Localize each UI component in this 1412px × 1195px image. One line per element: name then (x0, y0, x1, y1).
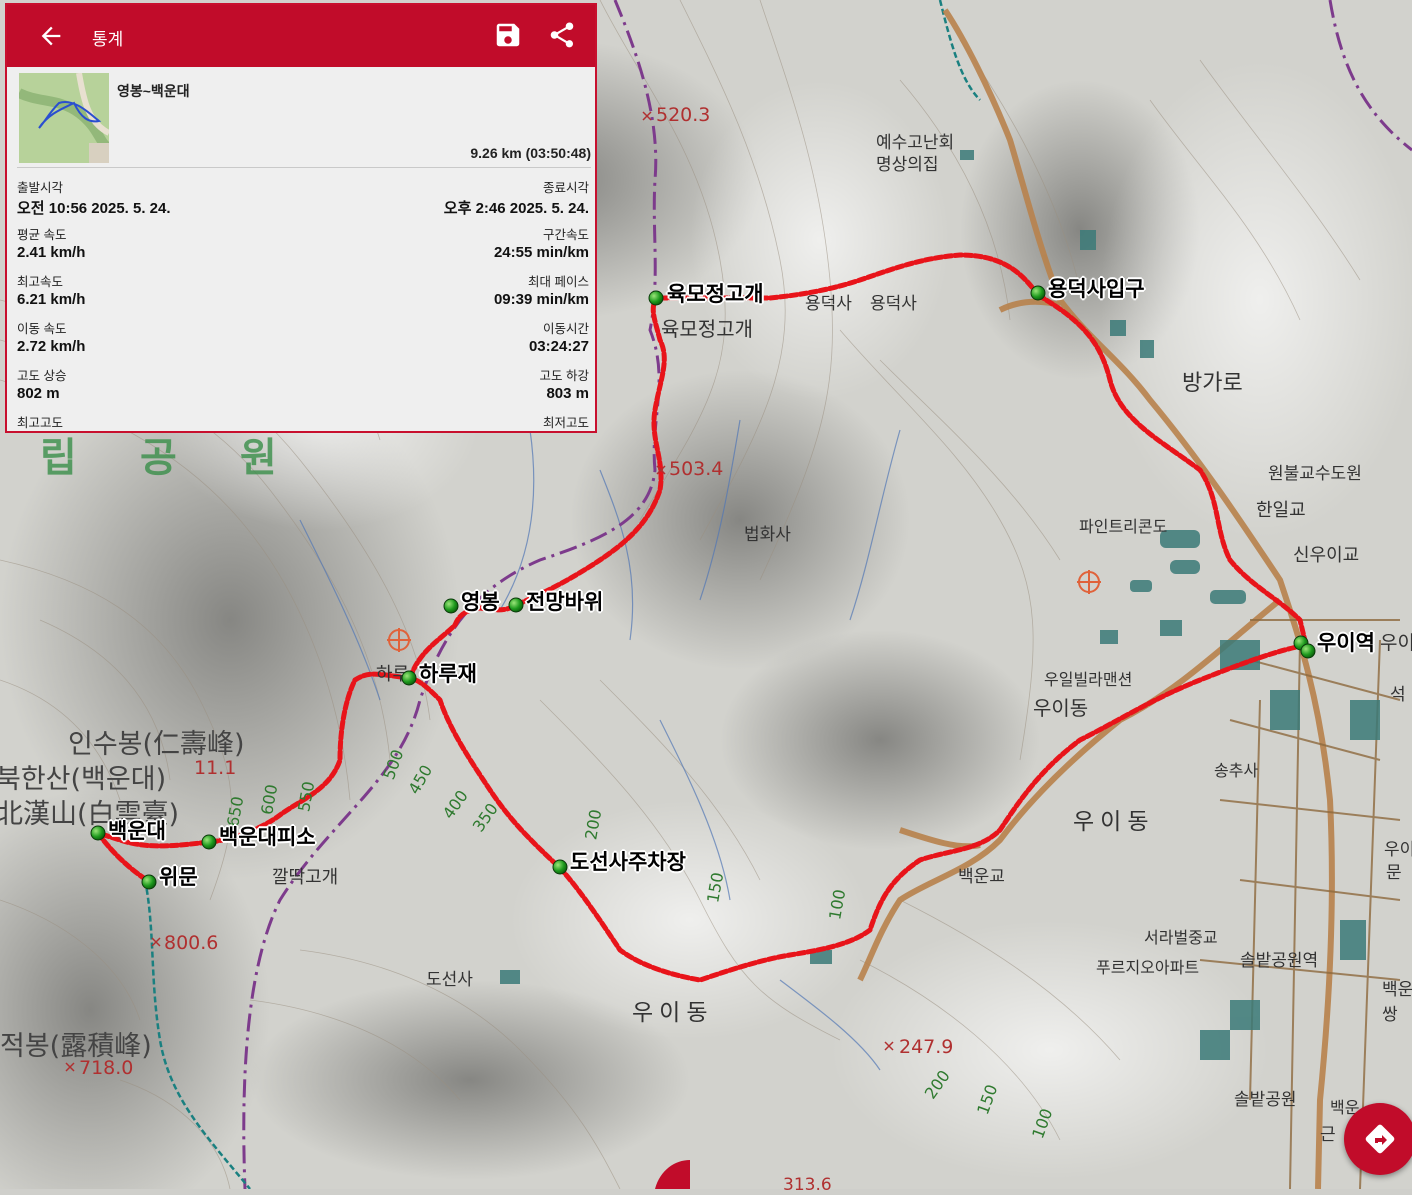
stat-label-avg-speed: 평균 속도 (17, 228, 67, 242)
place-label: 용덕사 (870, 294, 917, 314)
elevation-label: 718.0 (79, 1057, 134, 1079)
elevation-label: 11.1 (194, 757, 237, 779)
stat-label-max-speed: 최고속도 (17, 275, 64, 289)
elevation-label: 800.6 (164, 932, 219, 954)
place-label: 우이동 (1073, 809, 1155, 835)
floppy-disk-icon[interactable] (493, 20, 523, 50)
place-label: 방가로 (1182, 371, 1243, 396)
page-title: 통계 (92, 30, 124, 49)
place-label: 깔딱고개 (272, 867, 339, 888)
place-label: 도선사 (426, 970, 473, 990)
place-label: 근 (1320, 1125, 1336, 1145)
waypoint-label[interactable]: 하루재 (419, 658, 477, 688)
place-label: 한일교 (1256, 500, 1306, 521)
elevation-label: 520.3 (656, 104, 711, 126)
stat-label-ascent: 고도 상승 (17, 369, 67, 383)
stat-value-max-pace: 09:39 min/km (493, 291, 589, 308)
stat-label-pace: 구간속도 (542, 228, 589, 242)
place-label: 솔밭공원 (1234, 1090, 1297, 1110)
place-label: 우이 (1384, 840, 1412, 860)
place-label: 송추사 (1214, 761, 1259, 780)
waypoint-label[interactable]: 백운대 (108, 815, 166, 845)
stat-value-descent: 803 m (546, 385, 589, 402)
directions-icon (1365, 1124, 1395, 1154)
route-thumbnail (19, 73, 109, 163)
place-label: 문 (1386, 863, 1402, 883)
park-name-char: 원 (240, 435, 277, 481)
place-label: 용덕사 (805, 294, 852, 314)
directions-button[interactable] (1344, 1103, 1412, 1175)
elevation-label: 313.6 (783, 1175, 832, 1195)
waypoint-label[interactable]: 전망바위 (526, 586, 603, 616)
stat-value-max-speed: 6.21 km/h (17, 291, 86, 308)
place-label: 쌍 (1382, 1005, 1398, 1025)
place-label: 우이동 (1033, 696, 1089, 720)
waypoint-label[interactable]: 도선사주차장 (570, 846, 686, 876)
place-label: 백운 (1382, 980, 1412, 1000)
stat-value-end-time: 오후 2:46 2025. 5. 24. (443, 200, 589, 217)
place-label: 신우이교 (1293, 545, 1360, 566)
place-label: 푸르지오아파트 (1096, 958, 1200, 977)
route-summary[interactable]: 영봉~백운대 9.26 km (03:50:48) (17, 71, 591, 168)
waypoint-label[interactable]: 용덕사입구 (1048, 273, 1145, 303)
waypoint-label[interactable]: 우이역 (1317, 627, 1375, 657)
place-label: 원불교수도원 (1268, 464, 1362, 484)
peak-label: 북한산(백운대) (0, 764, 167, 795)
peak-label: 인수봉(仁壽峰) (68, 729, 245, 760)
stat-label-end-time: 종료시각 (542, 181, 589, 195)
place-label: 우이 (1380, 632, 1412, 654)
place-label: 명상의집 (876, 155, 939, 175)
stat-value-start-time: 오전 10:56 2025. 5. 24. (17, 200, 171, 217)
waypoint-label[interactable]: 영봉 (461, 586, 500, 616)
place-label: 솔밭공원역 (1240, 951, 1319, 971)
stat-value-ascent: 802 m (17, 385, 60, 402)
stat-label-moving-speed: 이동 속도 (17, 322, 67, 336)
place-label: 석 (1390, 685, 1406, 705)
place-label: 서라벌중교 (1144, 928, 1218, 947)
place-label: 하루 (376, 664, 410, 685)
place-label: 백운교 (958, 867, 1005, 887)
arrow-left-icon[interactable] (37, 22, 65, 50)
waypoint-label[interactable]: 백운대피소 (219, 821, 316, 851)
stat-label-descent: 고도 하강 (539, 369, 589, 383)
stat-label-moving-time: 이동시간 (542, 322, 589, 336)
stat-value-pace: 24:55 min/km (493, 244, 589, 261)
elevation-label: 247.9 (899, 1036, 954, 1058)
stat-label-min-altitude: 최저고도 (542, 416, 589, 430)
place-label: 법화사 (744, 525, 791, 545)
elevation-label: 503.4 (669, 458, 724, 480)
app-bar: 통계 (7, 5, 595, 67)
statistics-panel: 통계 영봉~백운대 9.26 km (03:50:48) 출발시각 종료시각 오… (5, 3, 597, 433)
route-name: 영봉~백운대 (117, 83, 190, 99)
stat-label-max-altitude: 최고고도 (17, 416, 64, 430)
stat-value-moving-time: 03:24:27 (528, 338, 589, 355)
stat-label-max-pace: 최대 페이스 (528, 275, 589, 289)
park-name-char: 립 (40, 435, 77, 481)
stat-value-avg-speed: 2.41 km/h (17, 244, 86, 261)
place-label: 우일빌라맨션 (1044, 670, 1133, 689)
stat-label-start-time: 출발시각 (17, 181, 64, 195)
share-icon[interactable] (547, 20, 577, 50)
waypoint-label[interactable]: 육모정고개 (667, 278, 764, 308)
waypoint-label[interactable]: 위문 (159, 861, 198, 891)
place-label: 파인트리콘도 (1079, 517, 1168, 536)
place-label: 육모정고개 (661, 317, 753, 341)
park-name-char: 공 (140, 435, 177, 481)
route-distance-time: 9.26 km (03:50:48) (470, 145, 591, 161)
stat-value-moving-speed: 2.72 km/h (17, 338, 86, 355)
place-label: 우이동 (632, 1000, 714, 1026)
